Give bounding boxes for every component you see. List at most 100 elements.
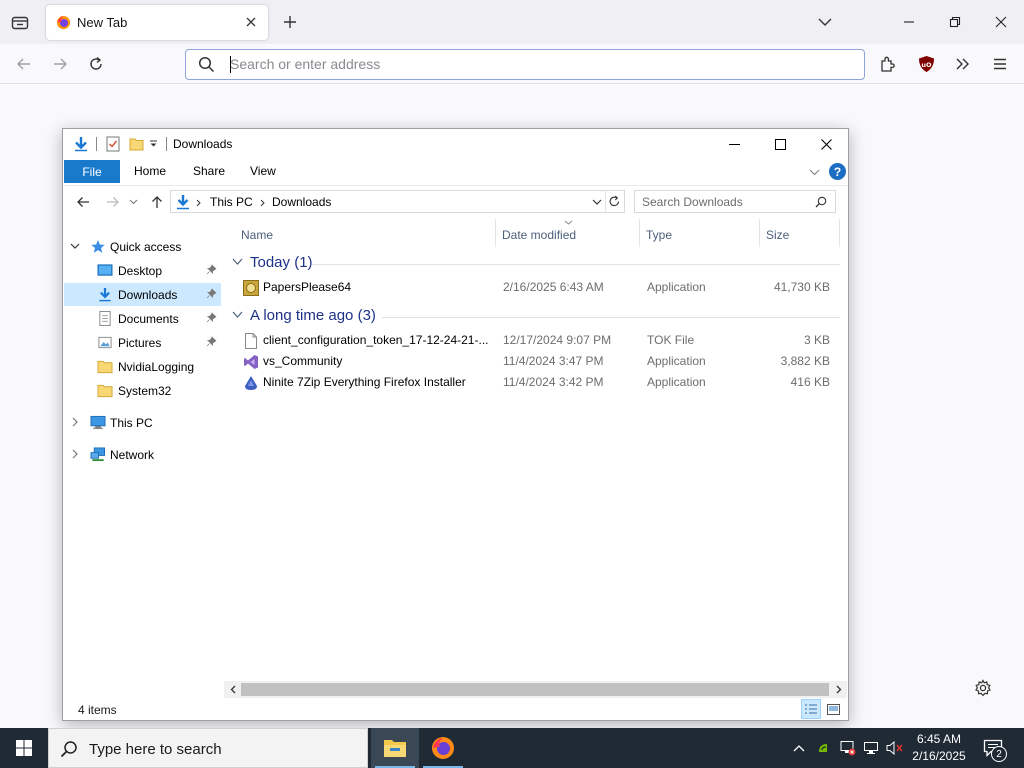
ublock-origin-button[interactable]: uO — [912, 50, 940, 78]
ribbon-tab-share[interactable]: Share — [193, 164, 225, 178]
ninite-icon — [245, 376, 257, 390]
scroll-left-button[interactable] — [226, 683, 239, 696]
file-row[interactable]: vs_Community 11/4/2024 3:47 PM Applicati… — [238, 351, 836, 372]
nav-quick-access[interactable]: Quick access — [64, 235, 221, 258]
chevron-down-icon[interactable] — [70, 241, 80, 251]
large-icons-view-button[interactable] — [823, 699, 843, 719]
taskbar-file-explorer[interactable] — [371, 728, 419, 768]
nvidia-tray-button[interactable] — [813, 737, 833, 759]
new-folder-icon[interactable] — [127, 135, 145, 153]
address-bar[interactable] — [185, 49, 865, 80]
explorer-search-input[interactable] — [642, 194, 807, 210]
file-date: 11/4/2024 3:42 PM — [503, 375, 604, 389]
chevron-down-icon — [809, 169, 820, 176]
column-separator[interactable] — [639, 219, 640, 247]
explorer-forward-button[interactable] — [103, 192, 123, 212]
file-explorer-icon — [384, 740, 406, 757]
help-button[interactable]: ? — [829, 163, 846, 180]
explorer-maximize-button[interactable] — [757, 129, 803, 159]
breadcrumb-chevron-icon[interactable] — [196, 199, 201, 207]
file-row[interactable]: Ninite 7Zip Everything Firefox Installer… — [238, 372, 836, 393]
close-icon — [995, 16, 1007, 28]
nav-item-downloads[interactable]: Downloads — [64, 283, 221, 306]
nav-item-system32[interactable]: System32 — [64, 379, 221, 402]
tab-close-button[interactable] — [242, 13, 260, 31]
explorer-close-button[interactable] — [803, 129, 849, 159]
ribbon-tab-file[interactable]: File — [64, 160, 120, 183]
tab-list-button[interactable] — [6, 10, 34, 34]
expand-ribbon-button[interactable] — [809, 165, 820, 179]
taskbar-firefox[interactable] — [419, 728, 467, 768]
chevron-down-icon — [129, 199, 137, 205]
extensions-button[interactable] — [874, 50, 902, 78]
breadcrumb-chevron-icon[interactable] — [260, 199, 265, 207]
chevron-right-icon[interactable] — [70, 449, 80, 459]
up-one-level-button[interactable] — [147, 192, 167, 212]
column-separator[interactable] — [839, 219, 840, 247]
browser-restore-button[interactable] — [932, 4, 978, 40]
scroll-right-button[interactable] — [832, 683, 845, 696]
taskbar-clock[interactable]: 6:45 AM 2/16/2025 — [906, 731, 972, 765]
start-button[interactable] — [0, 728, 48, 768]
ribbon-tab-view[interactable]: View — [250, 164, 276, 178]
minimize-icon — [904, 21, 914, 23]
display-tray-button[interactable] — [861, 737, 881, 759]
nav-item-desktop[interactable]: Desktop — [64, 259, 221, 282]
group-header-long-ago[interactable]: A long time ago (3) — [230, 307, 840, 327]
column-header-date-modified[interactable]: Date modified — [502, 228, 576, 242]
ribbon-tab-home[interactable]: Home — [134, 164, 166, 178]
customize-toolbar-chevron-icon[interactable] — [147, 135, 159, 153]
breadcrumb-downloads[interactable]: Downloads — [272, 195, 331, 209]
explorer-search-box[interactable] — [634, 190, 836, 213]
refresh-icon[interactable] — [608, 195, 621, 208]
network-tray-button[interactable] — [837, 737, 857, 759]
folder-icon — [97, 360, 113, 374]
explorer-minimize-button[interactable] — [711, 129, 757, 159]
documents-icon — [99, 311, 111, 326]
file-row[interactable]: client_configuration_token_17-12-24-21-.… — [238, 330, 836, 351]
back-button[interactable] — [10, 50, 38, 78]
nav-item-nvidialogging[interactable]: NvidiaLogging — [64, 355, 221, 378]
column-header-size[interactable]: Size — [766, 228, 789, 242]
forward-button[interactable] — [46, 50, 74, 78]
recent-locations-button[interactable] — [126, 192, 140, 212]
reload-button[interactable] — [82, 50, 110, 78]
group-header-today[interactable]: Today (1) — [230, 254, 840, 274]
arrow-left-icon — [17, 58, 30, 70]
nav-label: Desktop — [118, 264, 163, 278]
taskbar-search-box[interactable]: Type here to search — [48, 728, 368, 768]
downloads-arrow-icon — [177, 195, 189, 210]
file-size: 416 KB — [790, 375, 830, 389]
nav-label: Downloads — [118, 288, 178, 302]
list-all-tabs-button[interactable] — [813, 10, 837, 34]
file-row[interactable]: PapersPlease64 2/16/2025 6:43 AM Applica… — [238, 277, 836, 298]
new-tab-button[interactable] — [278, 10, 302, 34]
more-tools-button[interactable] — [949, 50, 977, 78]
column-separator[interactable] — [495, 219, 496, 247]
new-tab-settings-button[interactable] — [972, 677, 994, 699]
computer-icon — [90, 415, 106, 430]
column-header-name[interactable]: Name — [241, 228, 273, 242]
nav-network[interactable]: Network — [64, 443, 221, 466]
explorer-back-button[interactable] — [73, 192, 93, 212]
browser-minimize-button[interactable] — [886, 4, 932, 40]
nav-this-pc[interactable]: This PC — [64, 411, 221, 434]
volume-tray-button[interactable] — [885, 737, 905, 759]
breadcrumb-this-pc[interactable]: This PC — [210, 195, 253, 209]
nav-item-pictures[interactable]: Pictures — [64, 331, 221, 354]
browser-tab-new-tab[interactable]: New Tab — [46, 5, 268, 40]
nav-item-documents[interactable]: Documents — [64, 307, 221, 330]
scroll-thumb[interactable] — [241, 683, 829, 696]
properties-icon[interactable] — [104, 135, 122, 153]
details-view-button[interactable] — [801, 699, 821, 719]
explorer-address-box[interactable]: This PC Downloads — [170, 190, 625, 213]
column-separator[interactable] — [759, 219, 760, 247]
address-input[interactable] — [230, 54, 850, 74]
browser-close-button[interactable] — [978, 4, 1024, 40]
show-hidden-icons-button[interactable] — [790, 737, 808, 759]
app-menu-button[interactable] — [986, 50, 1014, 78]
address-history-chevron-icon[interactable] — [592, 199, 602, 206]
chevron-right-icon[interactable] — [70, 417, 80, 427]
column-header-type[interactable]: Type — [646, 228, 672, 242]
horizontal-scrollbar[interactable] — [224, 681, 847, 698]
